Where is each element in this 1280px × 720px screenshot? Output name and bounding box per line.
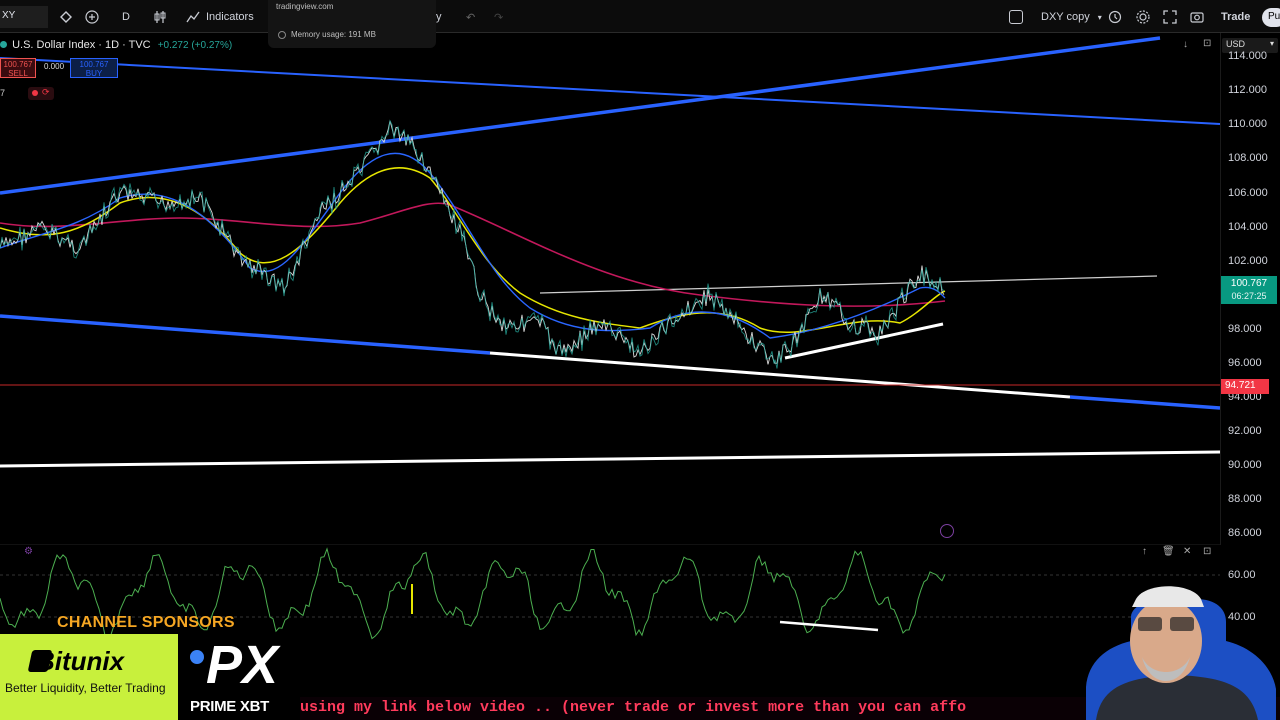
presenter-webcam [1086,586,1276,720]
long-term-support-line[interactable] [0,450,1220,468]
publish-label: Pu [1268,11,1280,22]
current-price-tag: 100.767 06:27:25 [1221,276,1277,304]
indicators-button[interactable]: Indicators [186,8,254,26]
price-axis-label: 110.000 [1228,118,1267,130]
chart-type-icon[interactable] [153,8,167,26]
maximize-osc-icon[interactable]: ⊡ [1203,546,1211,557]
primexbt-name: PRIME XBT [190,698,269,715]
top-toolbar: XY D Indicators y ↶ ↷ DXY copy ▾ Trade P… [0,0,1280,33]
primexbt-dot-icon [190,650,204,664]
buy-button[interactable]: 100.767 BUY [70,58,118,78]
price-axis-label: 92.000 [1228,425,1262,437]
gear-icon[interactable] [1136,8,1150,26]
replay-label: y [436,11,442,23]
scroll-down-icon[interactable]: ↓ [1183,39,1188,50]
layout-button[interactable]: DXY copy ▾ [1009,8,1102,26]
redo-icon[interactable]: ↷ [494,8,503,26]
lower-channel-line-right[interactable] [1069,395,1220,410]
publish-button[interactable]: Pu [1262,8,1280,27]
alert-icon[interactable] [1108,8,1122,26]
upper-falling-trendline[interactable] [0,57,1220,125]
price-axis-label: 104.000 [1228,221,1268,233]
legend-symbol-title: U.S. Dollar Index · 1D · TVC [12,39,151,51]
indicators-icon [186,11,200,23]
osc-settings-icon[interactable]: ⚙ [24,546,33,557]
replay-button[interactable]: y [436,8,442,26]
undo-icon[interactable]: ↶ [466,8,475,26]
ticker-text: using my link below video .. (never trad… [300,699,967,716]
sell-price: 100.767 [3,60,33,69]
price-axis-label: 86.000 [1228,527,1262,539]
layout-square-icon [1009,10,1023,24]
indicators-toggle[interactable]: ⟳ [28,87,54,100]
oscillator-divergence-line[interactable] [779,620,879,632]
refresh-icon: ⟳ [42,87,50,97]
price-axis-label: 88.000 [1228,493,1262,505]
interval-label: D [122,11,130,23]
price-axis-label: 102.000 [1228,255,1268,267]
price-axis-label: 90.000 [1228,459,1262,471]
trade-button[interactable]: Trade [1221,8,1250,26]
replay-marker-icon[interactable] [940,524,954,538]
maximize-pane-icon[interactable]: ⊡ [1203,38,1211,49]
symbol-text: XY [2,10,16,21]
buy-price: 100.767 [79,60,109,69]
layout-name: DXY copy [1041,11,1090,23]
indicator-count[interactable]: 7 [0,88,5,98]
price-axis-label: 114.000 [1228,50,1267,62]
move-up-icon[interactable]: ↑ [1142,546,1147,557]
currency-label: USD [1226,39,1246,49]
glasses-icon-right [1170,617,1194,631]
upper-rising-trendline[interactable] [0,36,1161,195]
presenter-face [1130,599,1202,683]
compare-plus-icon[interactable] [85,8,99,26]
market-status-dot [0,41,7,48]
price-axis-label: 96.000 [1228,357,1262,369]
current-price: 100.767 [1230,278,1268,289]
indicators-label: Indicators [206,11,254,23]
primexbt-sponsor-card[interactable]: PX PRIME XBT [178,634,300,720]
spread-value: 0.000 [44,62,65,71]
price-chart-canvas[interactable] [0,33,1220,545]
ma-yellow-line [0,167,946,333]
symbol-legend[interactable]: U.S. Dollar Index · 1D · TVC +0.272 (+0.… [0,39,232,51]
bar-countdown: 06:27:25 [1231,291,1267,301]
lower-channel-line-left[interactable] [0,314,491,355]
horizontal-resistance-line[interactable] [539,275,1158,294]
close-pane-icon[interactable]: ✕ [1183,546,1191,557]
eye-off-icon [32,90,38,96]
ma-blue-line [0,152,946,339]
sell-button[interactable]: 100.767 SELL [0,58,36,78]
bitunix-sponsor-card[interactable]: Bitunix Better Liquidity, Better Trading [0,634,178,720]
symbol-search[interactable]: XY [0,6,48,28]
trade-label: Trade [1221,11,1251,23]
buy-label: BUY [85,69,103,78]
sell-label: SELL [8,69,28,78]
tooltip-site: tradingview.com [276,2,334,11]
bitunix-tagline: Better Liquidity, Better Trading [5,681,166,695]
price-axis-label: 112.000 [1228,84,1267,96]
price-axis-label: 106.000 [1228,187,1268,199]
chevron-down-icon: ▾ [1269,39,1274,48]
marked-level-tag: 94.721 [1221,379,1269,394]
price-axis-label: 98.000 [1228,323,1262,335]
price-axis-label: 108.000 [1228,152,1268,164]
chevron-down-icon: ▾ [1097,12,1102,22]
primexbt-logo: PX [206,635,279,695]
bitunix-logo-text: Bitunix [36,646,125,676]
ma-magenta-line [0,202,946,307]
legend-change: +0.272 (+0.27%) [157,40,233,51]
interval-button[interactable]: D [122,8,130,26]
rising-support-line[interactable] [784,322,944,360]
sponsor-title: CHANNEL SPONSORS [57,614,235,631]
fullscreen-icon[interactable] [1163,8,1177,26]
camera-icon[interactable] [1190,8,1204,26]
add-symbol-icon[interactable] [60,8,72,26]
presenter-cap [1132,586,1204,607]
glasses-icon [1138,617,1162,631]
delete-pane-icon[interactable]: 🗑 [1162,546,1175,557]
